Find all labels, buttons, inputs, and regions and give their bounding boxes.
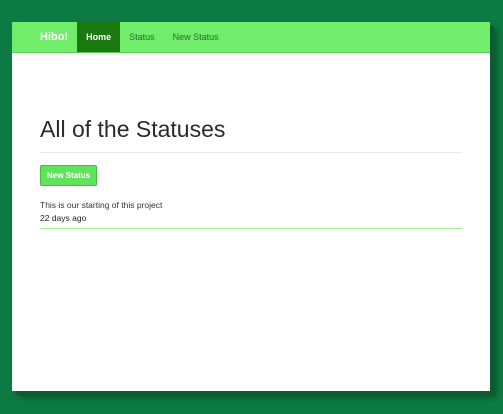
title-divider	[40, 152, 462, 153]
main-content: All of the Statuses New Status This is o…	[40, 52, 462, 229]
status-body: This is our starting of this project	[40, 200, 163, 210]
navbar: Hibo! Home Status New Status	[12, 22, 490, 53]
new-status-button[interactable]: New Status	[40, 165, 98, 186]
brand-link[interactable]: Hibo!	[40, 22, 68, 52]
browser-window: Hibo! Home Status New Status All of the …	[12, 22, 490, 391]
status-timestamp: 22 days ago	[40, 213, 87, 223]
nav-status[interactable]: Status	[120, 22, 164, 52]
status-list-item: This is our starting of this project 22 …	[40, 199, 462, 229]
nav-home[interactable]: Home	[77, 22, 121, 52]
page-title: All of the Statuses	[40, 116, 226, 142]
nav-new-status[interactable]: New Status	[164, 22, 228, 52]
